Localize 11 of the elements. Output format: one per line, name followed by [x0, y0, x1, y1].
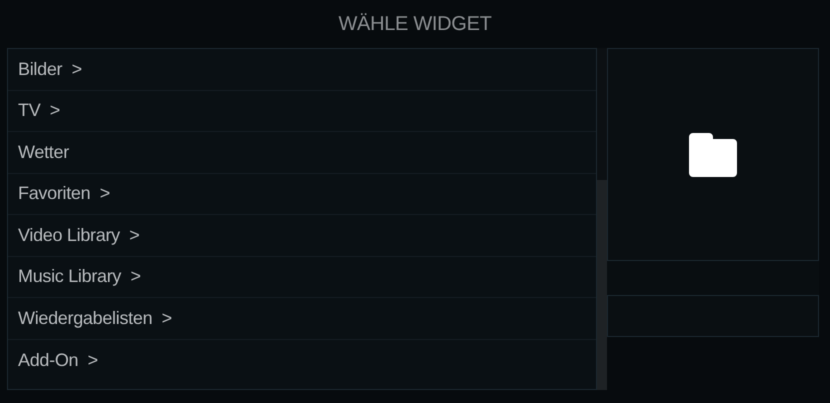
- list-item[interactable]: Favoriten >: [8, 174, 596, 215]
- list-item[interactable]: Video Library >: [8, 215, 596, 256]
- list-item[interactable]: Wetter: [8, 132, 596, 174]
- list-item[interactable]: Music Library >: [8, 256, 596, 298]
- list-item[interactable]: Bilder >: [8, 49, 596, 90]
- list-item[interactable]: Wiedergabelisten >: [8, 298, 596, 340]
- folder-icon: [689, 132, 737, 176]
- list-item[interactable]: TV >: [8, 90, 596, 132]
- dialog-title: WÄHLE WIDGET: [338, 12, 492, 36]
- scrollbar[interactable]: [597, 48, 607, 390]
- list-item[interactable]: Add-On >: [8, 340, 596, 381]
